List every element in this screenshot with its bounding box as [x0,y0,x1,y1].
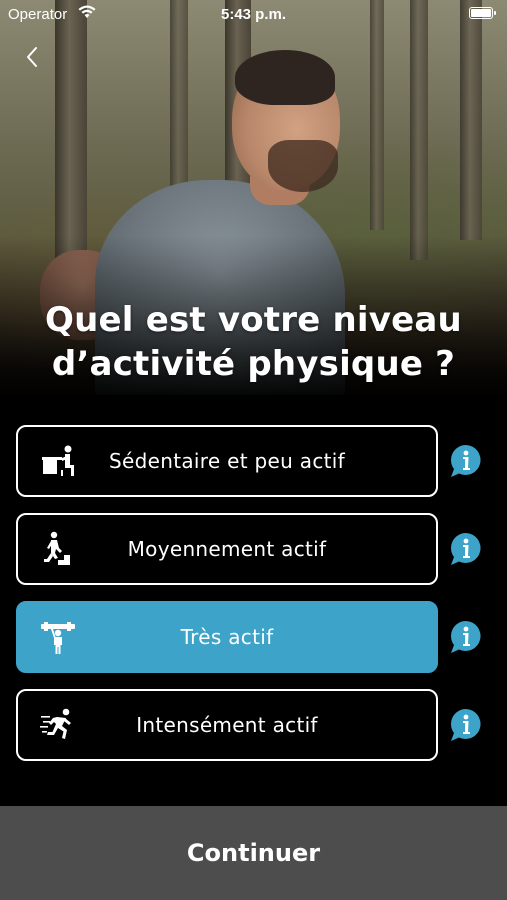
continue-button[interactable]: Continuer [0,806,507,900]
info-button-sedentary[interactable] [450,444,482,478]
option-label: Moyennement actif [127,537,327,561]
tree-trunk [410,0,428,260]
tree-trunk [370,0,384,230]
back-button[interactable] [18,42,48,72]
runner-hair [235,50,335,105]
page-title: Quel est votre niveau d’activité physiqu… [0,298,507,386]
page-title-line-1: Quel est votre niveau [45,300,462,340]
option-moderate[interactable]: Moyennement actif [16,513,438,585]
option-intense[interactable]: Intensément actif [16,689,438,761]
status-bar: Operator 5:43 p.m. [0,0,507,30]
info-button-moderate[interactable] [450,532,482,566]
info-button-very-active[interactable] [450,620,482,654]
battery-icon [469,7,496,19]
option-label: Intensément actif [136,713,318,737]
info-button-intense[interactable] [450,708,482,742]
option-very-active[interactable]: Très actif [16,601,438,673]
option-label: Très actif [180,625,274,649]
tree-trunk [460,0,482,240]
chevron-left-icon [27,47,37,67]
status-time: 5:43 p.m. [220,6,287,23]
page-title-line-2: d’activité physique ? [51,344,456,384]
option-sedentary[interactable]: Sédentaire et peu actif [16,425,438,497]
runner-beard [268,140,338,192]
option-label: Sédentaire et peu actif [109,449,345,473]
